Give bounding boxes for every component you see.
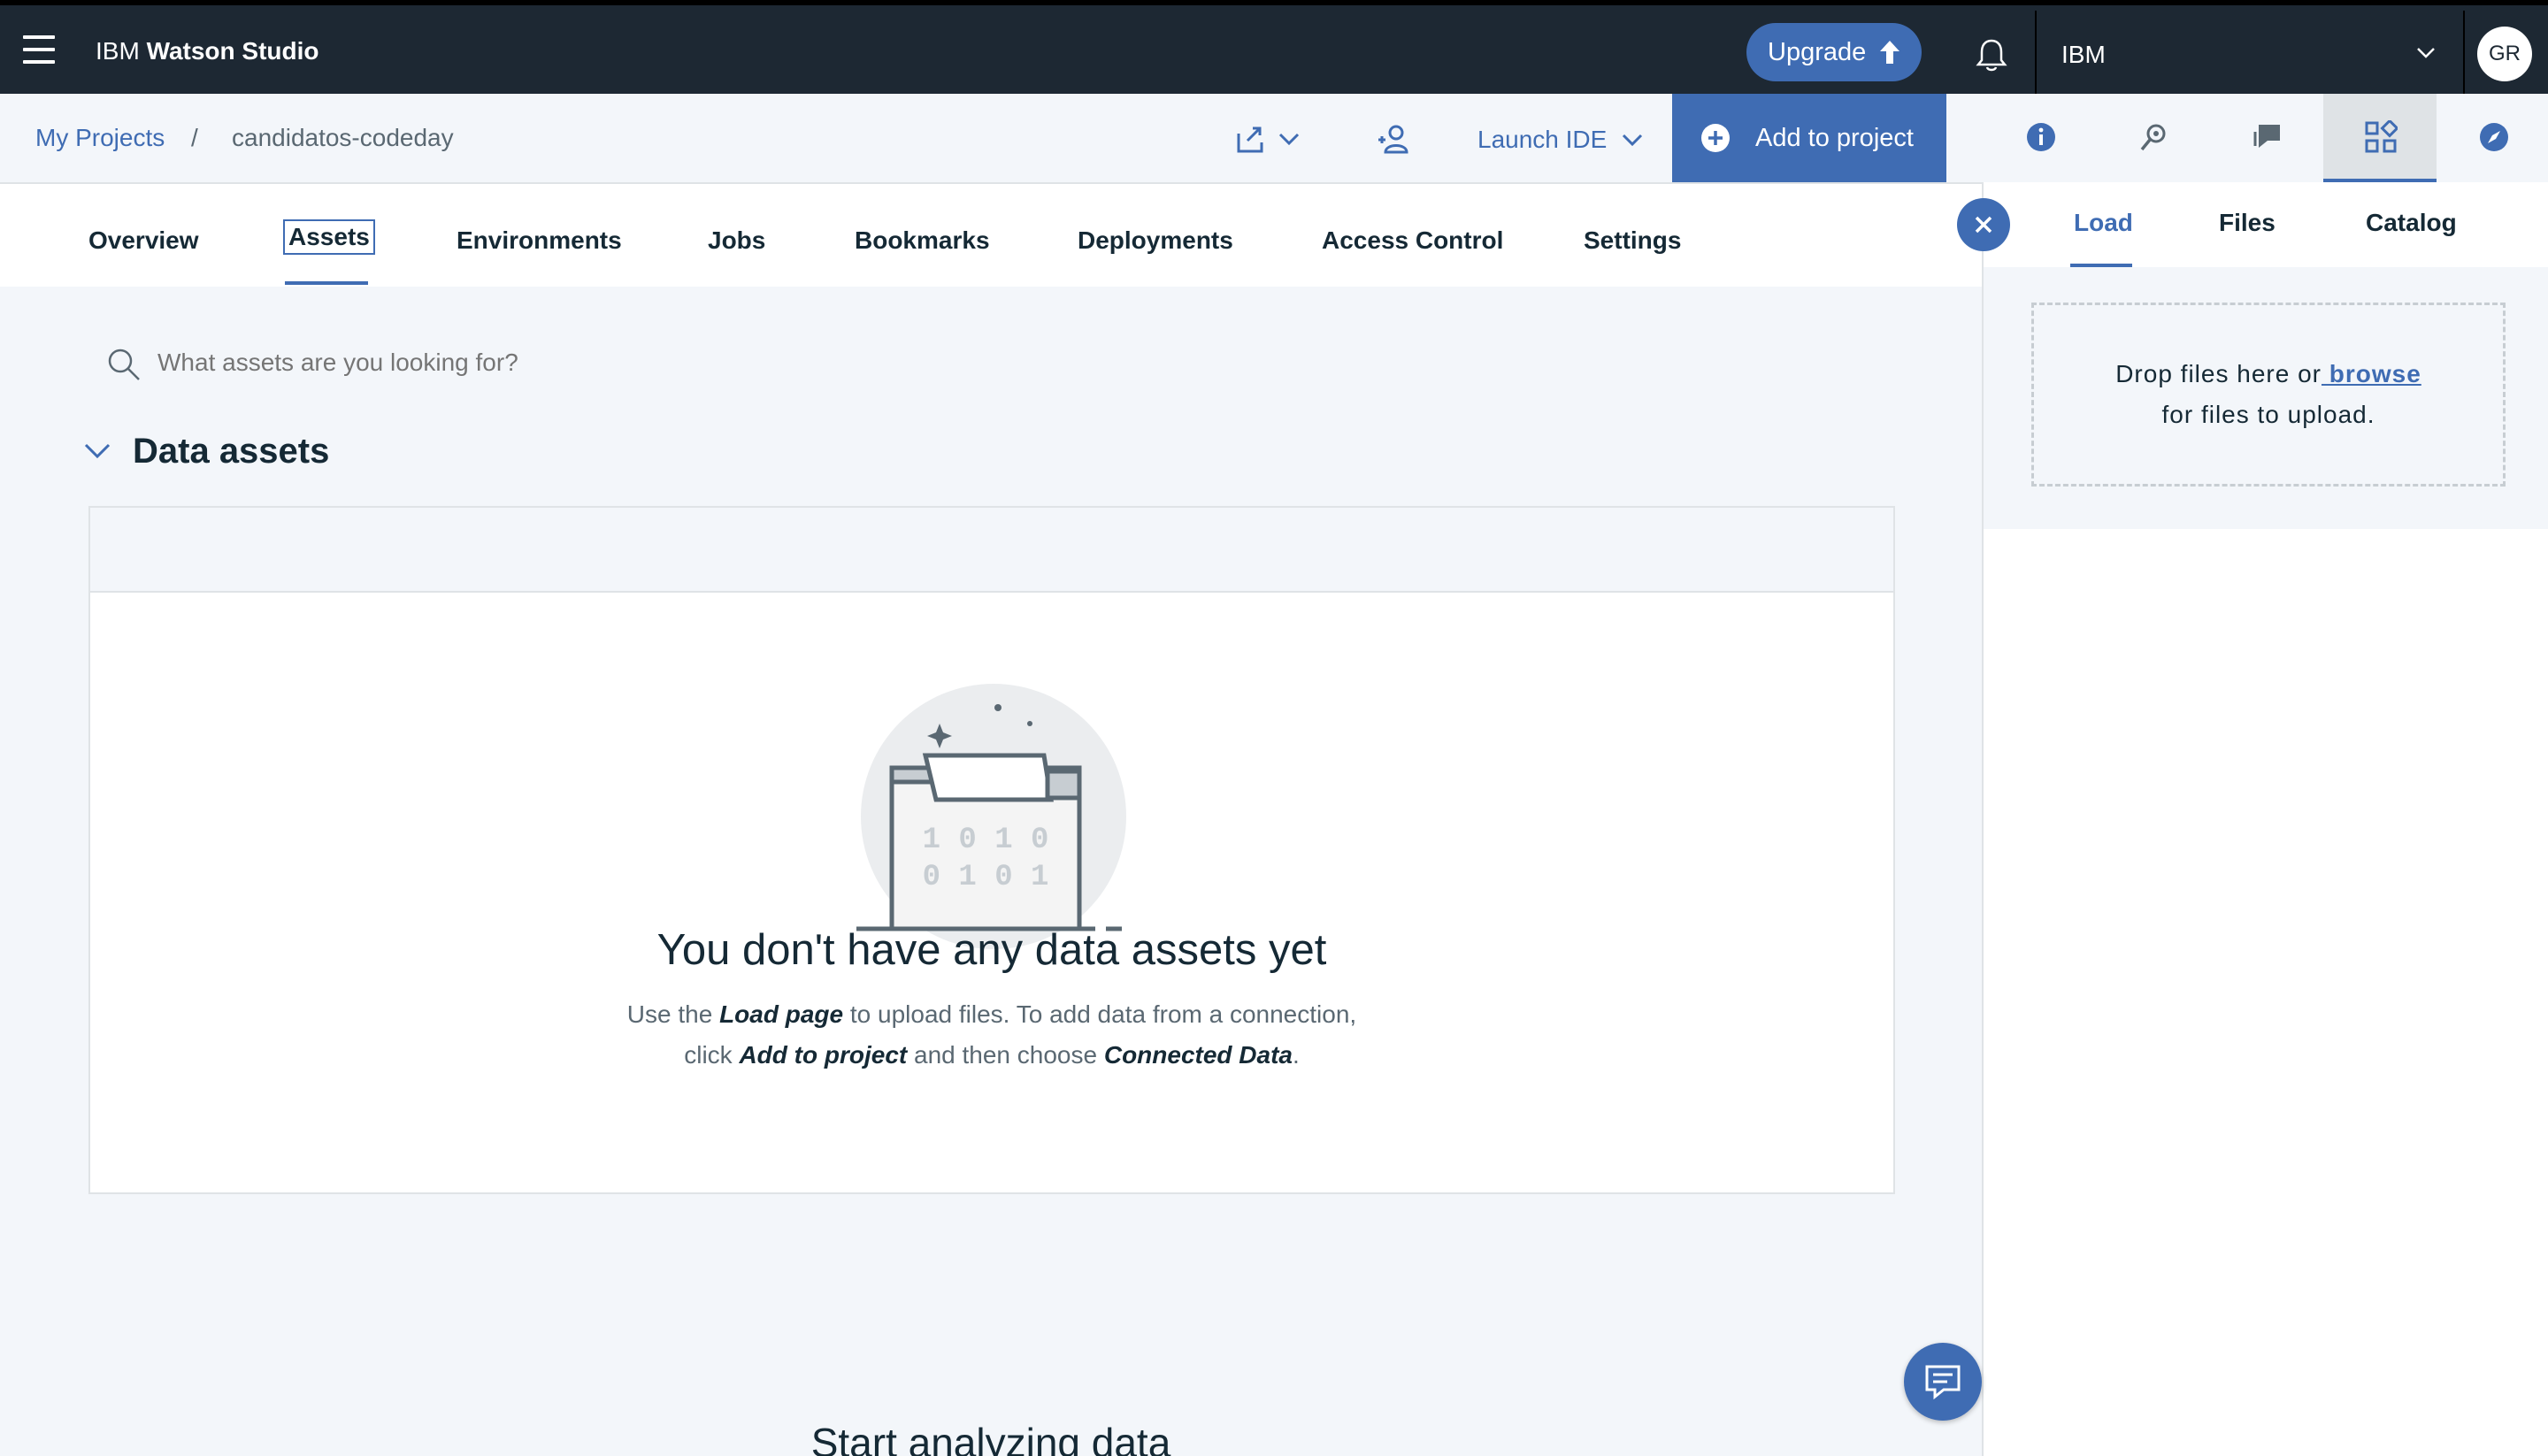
dropzone-text: Drop files here or bbox=[2115, 360, 2322, 387]
chevron-down-icon[interactable] bbox=[83, 442, 111, 460]
tab-catalog[interactable]: Catalog bbox=[2366, 209, 2457, 237]
empty-state-title: You don't have any data assets yet bbox=[656, 926, 1327, 974]
export-button[interactable] bbox=[1235, 120, 1309, 157]
assets-content: Data assets 1 0 1 0 0 1 0 1 You don't ha… bbox=[0, 287, 1982, 1456]
desc-text: Use the bbox=[626, 1000, 720, 1028]
tab-jobs[interactable]: Jobs bbox=[708, 226, 765, 255]
side-panel-tabs: Load Files Catalog bbox=[1984, 182, 2548, 267]
tab-settings[interactable]: Settings bbox=[1584, 226, 1681, 255]
chat-button[interactable] bbox=[1904, 1343, 1982, 1421]
add-to-project-button[interactable]: Add to project bbox=[1672, 94, 1946, 182]
brand-name: Watson Studio bbox=[146, 37, 319, 65]
chevron-down-icon bbox=[1623, 134, 1643, 147]
binary-row-1: 1 0 1 0 bbox=[923, 824, 1049, 857]
export-icon bbox=[1237, 126, 1263, 153]
tab-load[interactable]: Load bbox=[2074, 209, 2133, 237]
load-side-panel: Load Files Catalog Drop files here or br… bbox=[1982, 182, 2548, 1456]
search-settings-icon[interactable] bbox=[2130, 113, 2178, 161]
active-tab-indicator bbox=[285, 281, 368, 285]
tab-environments[interactable]: Environments bbox=[457, 226, 622, 255]
chat-history-icon[interactable] bbox=[2244, 113, 2291, 161]
browse-link[interactable]: browse bbox=[2322, 360, 2421, 387]
data-assets-table-header bbox=[90, 508, 1893, 593]
asset-search-input[interactable] bbox=[157, 343, 865, 382]
info-icon[interactable] bbox=[2017, 113, 2065, 161]
avatar[interactable]: GR bbox=[2477, 27, 2532, 81]
breadcrumb-project: candidatos-codeday bbox=[232, 124, 454, 151]
chevron-down-icon[interactable] bbox=[2415, 46, 2437, 60]
breadcrumb-my-projects[interactable]: My Projects bbox=[35, 124, 165, 152]
divider bbox=[2463, 11, 2465, 99]
load-area: Drop files here or browse for files to u… bbox=[1984, 267, 2548, 529]
add-to-project-label: Add to project bbox=[1755, 123, 1914, 152]
upgrade-button[interactable]: Upgrade bbox=[1746, 23, 1922, 81]
desc-text: click bbox=[684, 1041, 740, 1069]
dropzone-line-2: for files to upload. bbox=[2161, 401, 2375, 428]
tab-assets[interactable]: Assets bbox=[283, 219, 375, 255]
data-assets-panel: 1 0 1 0 0 1 0 1 You don't have any data … bbox=[88, 506, 1895, 1194]
tab-files[interactable]: Files bbox=[2219, 209, 2276, 237]
upgrade-label: Upgrade bbox=[1768, 37, 1867, 66]
data-grid-icon[interactable] bbox=[2357, 113, 2405, 161]
close-icon bbox=[1975, 216, 1992, 234]
add-circle-icon bbox=[1701, 124, 1730, 152]
product-brand[interactable]: IBM Watson Studio bbox=[96, 37, 319, 65]
compass-icon[interactable] bbox=[2470, 113, 2518, 161]
watson-studio-page: IBM Watson Studio Upgrade IBM GR My Proj… bbox=[0, 0, 2548, 1456]
brand-prefix: IBM bbox=[96, 37, 140, 65]
add-collaborator-icon[interactable] bbox=[1375, 120, 1412, 157]
empty-folder-illustration: 1 0 1 0 0 1 0 1 bbox=[856, 684, 1126, 949]
desc-text: and then choose bbox=[907, 1041, 1104, 1069]
menu-icon[interactable] bbox=[23, 35, 55, 64]
project-header: My Projects / candidatos-codeday Launch … bbox=[0, 94, 1982, 184]
account-switcher[interactable]: IBM bbox=[2061, 41, 2106, 69]
file-dropzone[interactable]: Drop files here or browse for files to u… bbox=[2031, 303, 2506, 487]
chevron-down-icon bbox=[1278, 133, 1300, 146]
dropzone-line-1: Drop files here or browse bbox=[2115, 354, 2421, 395]
binary-row-2: 0 1 0 1 bbox=[923, 861, 1049, 894]
start-analyzing-heading: Start analyzing data bbox=[810, 1420, 1171, 1456]
desc-text: . bbox=[1293, 1041, 1300, 1069]
connected-data-text: Connected Data bbox=[1103, 1041, 1293, 1069]
top-navigation-bar: IBM Watson Studio Upgrade IBM GR bbox=[0, 0, 2548, 99]
bell-icon[interactable] bbox=[1975, 37, 2008, 73]
tab-overview[interactable]: Overview bbox=[88, 226, 199, 255]
close-panel-button[interactable] bbox=[1957, 198, 2010, 251]
divider bbox=[2035, 11, 2037, 99]
empty-state-description: Use the Load page to upload files. To ad… bbox=[90, 994, 1893, 1076]
search-icon bbox=[108, 349, 140, 380]
add-to-project-text: Add to project bbox=[739, 1041, 908, 1069]
desc-text: to upload files. To add data from a conn… bbox=[843, 1000, 1357, 1028]
tab-bookmarks[interactable]: Bookmarks bbox=[855, 226, 990, 255]
chat-icon bbox=[1925, 1365, 1961, 1399]
tab-deployments[interactable]: Deployments bbox=[1078, 226, 1233, 255]
arrow-up-icon bbox=[1880, 41, 1900, 64]
launch-ide-label: Launch IDE bbox=[1477, 126, 1608, 153]
tab-access-control[interactable]: Access Control bbox=[1322, 226, 1503, 255]
launch-ide-button[interactable]: Launch IDE bbox=[1477, 126, 1644, 154]
project-tabs: Overview Assets Environments Jobs Bookma… bbox=[0, 184, 1982, 287]
data-assets-heading[interactable]: Data assets bbox=[133, 432, 329, 471]
load-page-link-text: Load page bbox=[719, 1000, 844, 1028]
breadcrumb-separator: / bbox=[191, 124, 198, 151]
